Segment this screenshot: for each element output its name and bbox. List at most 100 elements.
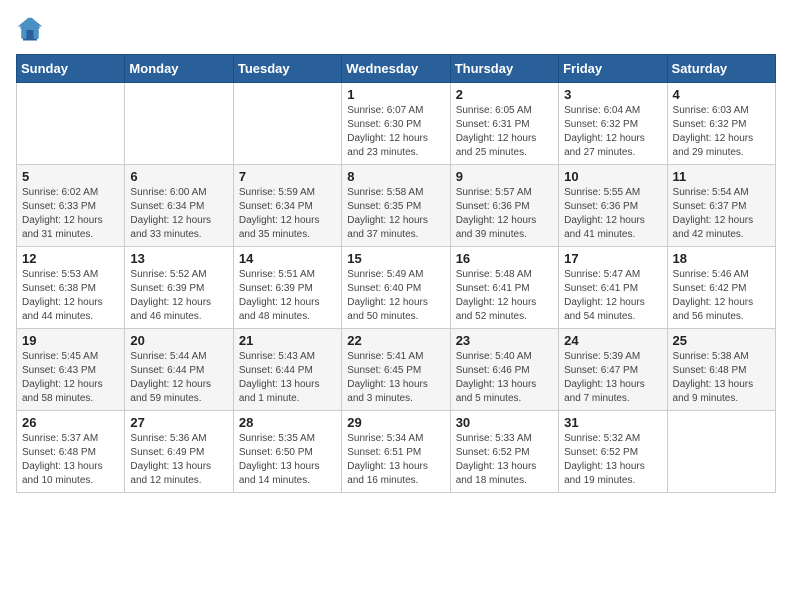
day-info: Sunrise: 5:44 AM Sunset: 6:44 PM Dayligh… xyxy=(130,350,227,406)
calendar-cell: 23 Sunrise: 5:40 AM Sunset: 6:46 PM Dayli… xyxy=(450,329,558,411)
day-info: Sunrise: 6:03 AM Sunset: 6:32 PM Dayligh… xyxy=(673,104,770,160)
day-number: 25 xyxy=(673,333,770,348)
day-info: Sunrise: 6:02 AM Sunset: 6:33 PM Dayligh… xyxy=(22,186,119,242)
day-number: 8 xyxy=(347,169,444,184)
day-number: 13 xyxy=(130,251,227,266)
day-info: Sunrise: 5:34 AM Sunset: 6:51 PM Dayligh… xyxy=(347,432,444,488)
day-number: 14 xyxy=(239,251,336,266)
day-number: 31 xyxy=(564,415,661,430)
day-info: Sunrise: 5:53 AM Sunset: 6:38 PM Dayligh… xyxy=(22,268,119,324)
day-info: Sunrise: 5:36 AM Sunset: 6:49 PM Dayligh… xyxy=(130,432,227,488)
day-info: Sunrise: 6:04 AM Sunset: 6:32 PM Dayligh… xyxy=(564,104,661,160)
calendar-cell: 30 Sunrise: 5:33 AM Sunset: 6:52 PM Dayli… xyxy=(450,411,558,493)
calendar-week-3: 12Sunrise: 5:53 AM Sunset: 6:38 PM Dayli… xyxy=(17,247,776,329)
day-number: 19 xyxy=(22,333,119,348)
calendar-cell: 14Sunrise: 5:51 AM Sunset: 6:39 PM Dayli… xyxy=(233,247,341,329)
day-info: Sunrise: 5:58 AM Sunset: 6:35 PM Dayligh… xyxy=(347,186,444,242)
calendar-cell: 29 Sunrise: 5:34 AM Sunset: 6:51 PM Dayli… xyxy=(342,411,450,493)
day-number: 9 xyxy=(456,169,553,184)
day-number: 30 xyxy=(456,415,553,430)
calendar-week-2: 5 Sunrise: 6:02 AM Sunset: 6:33 PM Daylig… xyxy=(17,165,776,247)
weekday-header-monday: Monday xyxy=(125,55,233,83)
calendar-header-row: SundayMondayTuesdayWednesdayThursdayFrid… xyxy=(17,55,776,83)
calendar-week-1: 1 Sunrise: 6:07 AM Sunset: 6:30 PM Daylig… xyxy=(17,83,776,165)
calendar-cell: 31 Sunrise: 5:32 AM Sunset: 6:52 PM Dayli… xyxy=(559,411,667,493)
calendar-cell: 4 Sunrise: 6:03 AM Sunset: 6:32 PM Daylig… xyxy=(667,83,775,165)
day-number: 10 xyxy=(564,169,661,184)
logo-icon xyxy=(16,16,44,44)
calendar-cell: 26 Sunrise: 5:37 AM Sunset: 6:48 PM Dayli… xyxy=(17,411,125,493)
calendar-cell: 12Sunrise: 5:53 AM Sunset: 6:38 PM Dayli… xyxy=(17,247,125,329)
day-number: 2 xyxy=(456,87,553,102)
day-number: 7 xyxy=(239,169,336,184)
day-number: 26 xyxy=(22,415,119,430)
day-info: Sunrise: 6:05 AM Sunset: 6:31 PM Dayligh… xyxy=(456,104,553,160)
day-info: Sunrise: 5:55 AM Sunset: 6:36 PM Dayligh… xyxy=(564,186,661,242)
day-number: 21 xyxy=(239,333,336,348)
day-info: Sunrise: 5:57 AM Sunset: 6:36 PM Dayligh… xyxy=(456,186,553,242)
weekday-header-sunday: Sunday xyxy=(17,55,125,83)
day-info: Sunrise: 5:52 AM Sunset: 6:39 PM Dayligh… xyxy=(130,268,227,324)
day-number: 28 xyxy=(239,415,336,430)
calendar-cell xyxy=(125,83,233,165)
calendar-cell xyxy=(17,83,125,165)
calendar-cell: 10 Sunrise: 5:55 AM Sunset: 6:36 PM Dayli… xyxy=(559,165,667,247)
day-number: 29 xyxy=(347,415,444,430)
calendar-cell: 2 Sunrise: 6:05 AM Sunset: 6:31 PM Daylig… xyxy=(450,83,558,165)
calendar-cell: 7Sunrise: 5:59 AM Sunset: 6:34 PM Daylig… xyxy=(233,165,341,247)
day-number: 22 xyxy=(347,333,444,348)
day-number: 23 xyxy=(456,333,553,348)
calendar-cell: 8 Sunrise: 5:58 AM Sunset: 6:35 PM Daylig… xyxy=(342,165,450,247)
day-info: Sunrise: 5:45 AM Sunset: 6:43 PM Dayligh… xyxy=(22,350,119,406)
day-number: 4 xyxy=(673,87,770,102)
calendar-cell: 3 Sunrise: 6:04 AM Sunset: 6:32 PM Daylig… xyxy=(559,83,667,165)
weekday-header-saturday: Saturday xyxy=(667,55,775,83)
calendar-table: SundayMondayTuesdayWednesdayThursdayFrid… xyxy=(16,54,776,493)
calendar-cell xyxy=(233,83,341,165)
day-number: 3 xyxy=(564,87,661,102)
day-number: 24 xyxy=(564,333,661,348)
calendar-cell: 28 Sunrise: 5:35 AM Sunset: 6:50 PM Dayli… xyxy=(233,411,341,493)
day-info: Sunrise: 5:39 AM Sunset: 6:47 PM Dayligh… xyxy=(564,350,661,406)
day-info: Sunrise: 5:32 AM Sunset: 6:52 PM Dayligh… xyxy=(564,432,661,488)
page-header xyxy=(16,16,776,44)
day-number: 17 xyxy=(564,251,661,266)
day-info: Sunrise: 5:40 AM Sunset: 6:46 PM Dayligh… xyxy=(456,350,553,406)
day-number: 6 xyxy=(130,169,227,184)
day-number: 5 xyxy=(22,169,119,184)
logo xyxy=(16,16,48,44)
calendar-cell: 6 Sunrise: 6:00 AM Sunset: 6:34 PM Daylig… xyxy=(125,165,233,247)
day-info: Sunrise: 5:47 AM Sunset: 6:41 PM Dayligh… xyxy=(564,268,661,324)
calendar-cell: 24 Sunrise: 5:39 AM Sunset: 6:47 PM Dayli… xyxy=(559,329,667,411)
day-info: Sunrise: 6:00 AM Sunset: 6:34 PM Dayligh… xyxy=(130,186,227,242)
calendar-cell: 21 Sunrise: 5:43 AM Sunset: 6:44 PM Dayli… xyxy=(233,329,341,411)
day-number: 18 xyxy=(673,251,770,266)
calendar-cell: 16Sunrise: 5:48 AM Sunset: 6:41 PM Dayli… xyxy=(450,247,558,329)
day-info: Sunrise: 5:37 AM Sunset: 6:48 PM Dayligh… xyxy=(22,432,119,488)
day-info: Sunrise: 5:35 AM Sunset: 6:50 PM Dayligh… xyxy=(239,432,336,488)
calendar-cell xyxy=(667,411,775,493)
weekday-header-wednesday: Wednesday xyxy=(342,55,450,83)
day-number: 1 xyxy=(347,87,444,102)
day-info: Sunrise: 5:43 AM Sunset: 6:44 PM Dayligh… xyxy=(239,350,336,406)
calendar-cell: 22 Sunrise: 5:41 AM Sunset: 6:45 PM Dayli… xyxy=(342,329,450,411)
day-info: Sunrise: 5:48 AM Sunset: 6:41 PM Dayligh… xyxy=(456,268,553,324)
calendar-cell: 13 Sunrise: 5:52 AM Sunset: 6:39 PM Dayli… xyxy=(125,247,233,329)
calendar-cell: 17 Sunrise: 5:47 AM Sunset: 6:41 PM Dayli… xyxy=(559,247,667,329)
day-info: Sunrise: 5:54 AM Sunset: 6:37 PM Dayligh… xyxy=(673,186,770,242)
calendar-cell: 5 Sunrise: 6:02 AM Sunset: 6:33 PM Daylig… xyxy=(17,165,125,247)
day-info: Sunrise: 5:33 AM Sunset: 6:52 PM Dayligh… xyxy=(456,432,553,488)
calendar-cell: 11Sunrise: 5:54 AM Sunset: 6:37 PM Dayli… xyxy=(667,165,775,247)
weekday-header-thursday: Thursday xyxy=(450,55,558,83)
weekday-header-tuesday: Tuesday xyxy=(233,55,341,83)
day-info: Sunrise: 6:07 AM Sunset: 6:30 PM Dayligh… xyxy=(347,104,444,160)
calendar-cell: 18 Sunrise: 5:46 AM Sunset: 6:42 PM Dayli… xyxy=(667,247,775,329)
calendar-cell: 1 Sunrise: 6:07 AM Sunset: 6:30 PM Daylig… xyxy=(342,83,450,165)
calendar-cell: 9 Sunrise: 5:57 AM Sunset: 6:36 PM Daylig… xyxy=(450,165,558,247)
day-number: 27 xyxy=(130,415,227,430)
day-info: Sunrise: 5:46 AM Sunset: 6:42 PM Dayligh… xyxy=(673,268,770,324)
calendar-cell: 15Sunrise: 5:49 AM Sunset: 6:40 PM Dayli… xyxy=(342,247,450,329)
calendar-cell: 27 Sunrise: 5:36 AM Sunset: 6:49 PM Dayli… xyxy=(125,411,233,493)
day-info: Sunrise: 5:41 AM Sunset: 6:45 PM Dayligh… xyxy=(347,350,444,406)
day-info: Sunrise: 5:38 AM Sunset: 6:48 PM Dayligh… xyxy=(673,350,770,406)
